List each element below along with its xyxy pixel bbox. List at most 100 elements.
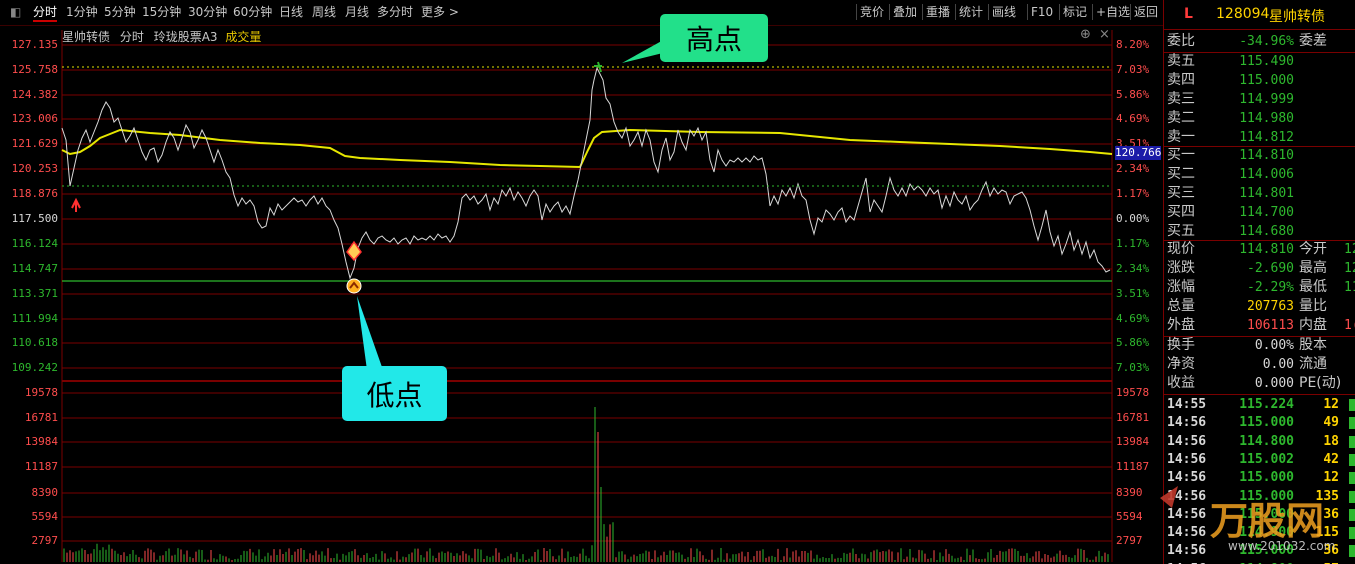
percent-tick-label: 7.03% xyxy=(1116,361,1150,374)
ask-row-label: 卖四 xyxy=(1167,72,1195,88)
stat-row-label2: 内盘 xyxy=(1299,317,1327,333)
price-tick-label: 114.747 xyxy=(11,262,58,275)
stat2-row: 收益 0.000 PE(动) xyxy=(1164,374,1355,393)
price-tick-label: 125.758 xyxy=(11,63,58,76)
tick-price: 114.900 xyxy=(1239,525,1294,541)
ask-row-label: 卖一 xyxy=(1167,129,1195,145)
price-tick-label: 123.006 xyxy=(11,112,58,125)
ask-row: 卖二 114.980 xyxy=(1164,109,1355,128)
quote-panel: L 128094 星帅转债 委比 -34.96% 委差 卖五 115.490 卖四 1… xyxy=(1163,0,1355,564)
tick-qty: 12 xyxy=(1323,470,1339,486)
price-tick-label: 120.253 xyxy=(11,162,58,175)
stat2-row-label: 换手 xyxy=(1167,337,1195,353)
tick-qty: 36 xyxy=(1323,506,1339,522)
stat2-row-label2: PE(动) xyxy=(1299,375,1342,391)
stat2-row-label: 净资 xyxy=(1167,356,1195,372)
stat2-row-value: 0.00 xyxy=(1262,357,1294,372)
ask-row-value: 114.980 xyxy=(1239,111,1294,126)
bid-row: 买五 114.680 xyxy=(1164,222,1355,241)
tick-qty: 42 xyxy=(1323,451,1339,467)
tick-row: 14:56 115.000 36 xyxy=(1164,506,1355,524)
stat-row-value: 106113 xyxy=(1247,318,1294,333)
percent-tick-label: 1.17% xyxy=(1116,237,1150,250)
stat-row: 现价 114.810 今开 12 xyxy=(1164,240,1355,259)
percent-tick-label: 8.20% xyxy=(1116,38,1150,51)
price-tick-label: 121.629 xyxy=(11,137,58,150)
tick-time: 14:56 xyxy=(1167,488,1207,504)
stat-row-label: 总量 xyxy=(1167,298,1195,314)
tick-qty: 49 xyxy=(1323,415,1339,431)
quote-header: L 128094 星帅转债 xyxy=(1164,4,1355,26)
percent-tick-label: 0.00% xyxy=(1116,212,1150,225)
volume-tick-label: 5594 xyxy=(1116,510,1143,523)
stat-row-value: 114.810 xyxy=(1239,242,1294,257)
tick-row: 14:56 114.800 18 xyxy=(1164,433,1355,451)
stat-row-label: 涨幅 xyxy=(1167,279,1195,295)
tick-qty: 36 xyxy=(1323,543,1339,559)
stat-row-label2: 最高 xyxy=(1299,260,1327,276)
current-price-tag: 120.766 xyxy=(1115,146,1162,160)
stat-row-value2: 11 xyxy=(1344,280,1355,295)
stat2-row: 换手 0.00% 股本 xyxy=(1164,336,1355,355)
percent-tick-label: 7.03% xyxy=(1116,63,1150,76)
intraday-chart[interactable] xyxy=(0,0,1163,564)
percent-tick-label: 4.69% xyxy=(1116,312,1150,325)
security-name: 星帅转债 xyxy=(1269,9,1325,25)
tick-time: 14:55 xyxy=(1167,397,1207,412)
percent-tick-label: 2.34% xyxy=(1116,262,1150,275)
price-line xyxy=(61,66,1111,280)
up-arrow-icon xyxy=(71,197,81,212)
tick-direction-marker xyxy=(1349,399,1355,411)
stat2-row: 净资 0.00 流通 xyxy=(1164,355,1355,374)
stat-row-label: 涨跌 xyxy=(1167,260,1195,276)
low-circle-icon xyxy=(346,278,362,294)
bid-row-label: 买一 xyxy=(1167,147,1195,163)
bid-row-label: 买三 xyxy=(1167,185,1195,201)
tick-price: 115.000 xyxy=(1239,415,1294,431)
tick-row: 14:55 115.224 12 xyxy=(1164,396,1355,414)
weibi-value: -34.96% xyxy=(1239,34,1294,49)
stat-row-value: -2.690 xyxy=(1247,261,1294,276)
volume-tick-label: 19578 xyxy=(1116,386,1150,399)
bid-row-value: 114.680 xyxy=(1239,224,1294,239)
volume-tick-label: 2797 xyxy=(31,534,59,547)
ask-row-value: 115.000 xyxy=(1239,73,1294,88)
bid-row-value: 114.810 xyxy=(1239,148,1294,163)
tick-qty: 115 xyxy=(1315,525,1339,541)
ask-row: 卖三 114.999 xyxy=(1164,90,1355,109)
ask-row-label: 卖五 xyxy=(1167,53,1195,69)
bid-row-label: 买四 xyxy=(1167,204,1195,220)
weibi-row: 委比 -34.96% 委差 xyxy=(1164,32,1355,51)
stat2-row-value: 0.000 xyxy=(1254,376,1294,391)
volume-tick-label: 11187 xyxy=(24,460,58,473)
percent-tick-label: 2.34% xyxy=(1116,162,1150,175)
stat-row-label2: 今开 xyxy=(1299,241,1327,257)
stat-row-value: 207763 xyxy=(1247,299,1294,314)
tick-price: 114.800 xyxy=(1239,433,1294,449)
weicha-label: 委差 xyxy=(1299,33,1327,49)
tick-direction-marker xyxy=(1349,472,1355,485)
low-callout-tail xyxy=(357,296,383,370)
stat-row: 外盘 106113 内盘 1( xyxy=(1164,316,1355,335)
tick-row: 14:56 114.900 115 xyxy=(1164,524,1355,542)
tick-time: 14:56 xyxy=(1167,433,1207,449)
volume-tick-label: 19578 xyxy=(24,386,58,399)
volume-tick-label: 2797 xyxy=(1116,534,1143,547)
tick-row: 14:56 115.000 135 xyxy=(1164,488,1355,506)
tick-qty: 18 xyxy=(1323,433,1339,449)
ask-row-value: 114.812 xyxy=(1239,130,1294,145)
exchange-flag: L xyxy=(1184,6,1193,22)
percent-tick-label: 3.51% xyxy=(1116,287,1150,300)
tick-time: 14:56 xyxy=(1167,525,1207,541)
bid-row-value: 114.006 xyxy=(1239,167,1294,182)
tick-direction-marker xyxy=(1349,490,1355,503)
stat-row: 涨跌 -2.690 最高 12 xyxy=(1164,259,1355,278)
bid-row: 买一 114.810 xyxy=(1164,146,1355,165)
stat2-row-label2: 股本 xyxy=(1299,337,1327,353)
price-tick-label: 109.242 xyxy=(11,361,58,374)
bid-row-label: 买五 xyxy=(1167,223,1195,239)
tick-price: 115.224 xyxy=(1239,397,1294,412)
price-tick-label: 117.500 xyxy=(11,212,58,225)
price-tick-label: 113.371 xyxy=(11,287,58,300)
stat2-row-label2: 流通 xyxy=(1299,356,1327,372)
